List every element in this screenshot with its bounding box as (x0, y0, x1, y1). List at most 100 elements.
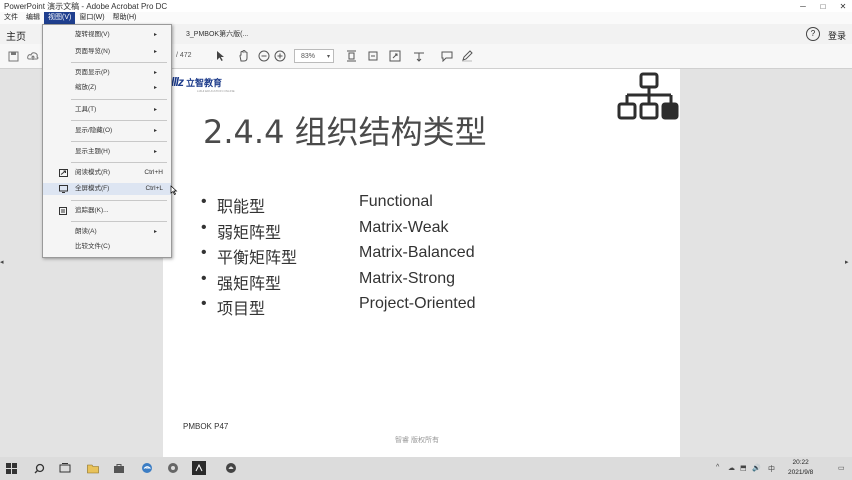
menu-divider (71, 62, 167, 63)
minimize-button[interactable]: ─ (794, 0, 812, 12)
type-name-cn: 强矩阵型 (217, 275, 282, 293)
type-name-cn: 平衡矩阵型 (217, 250, 298, 267)
menu-item-page-navigation[interactable]: 页面导览(N) ▸ (43, 46, 171, 58)
submenu-arrow-icon: ▸ (153, 229, 157, 235)
cloud-icon[interactable]: ☁ (728, 464, 735, 472)
full-screen-icon (59, 185, 68, 193)
input-method-icon[interactable]: 中 (768, 464, 775, 474)
pen-icon[interactable] (460, 48, 474, 64)
save-icon[interactable] (6, 48, 20, 64)
clock-date: 2021/9/8 (788, 469, 814, 476)
hand-icon[interactable] (236, 48, 250, 64)
type-name-en: Matrix-Weak (359, 218, 449, 236)
menu-divider (71, 200, 167, 201)
media-icon[interactable] (192, 461, 206, 475)
zoom-value: 83% (301, 53, 316, 60)
store-icon[interactable] (112, 461, 126, 475)
volume-icon[interactable]: 🔊 (752, 464, 761, 472)
watermark: 智睿 版权所有 (395, 437, 439, 444)
list-item: • 平衡矩阵型 Matrix-Balanced (201, 244, 601, 270)
company-logo: lllz 立智教育 LIZHI EDUCATION ONLINE (171, 75, 235, 93)
submenu-arrow-icon: ▸ (153, 32, 157, 38)
notification-icon[interactable]: ▭ (838, 464, 845, 472)
search-icon[interactable] (32, 461, 46, 475)
chevron-down-icon: ▾ (326, 54, 330, 60)
page-total: / 472 (176, 52, 192, 59)
menu-divider (71, 99, 167, 100)
title-bar: PowerPoint 演示文稿 - Adobe Acrobat Pro DC ─… (0, 0, 852, 12)
menu-item-read-aloud[interactable]: 朗读(A) ▸ (43, 226, 171, 238)
list-item: • 职能型 Functional (201, 193, 601, 219)
zoom-select[interactable]: 83% ▾ (294, 49, 334, 63)
type-name-en: Matrix-Strong (359, 269, 456, 287)
windows-start-icon[interactable] (4, 461, 18, 475)
menu-help[interactable]: 帮助(H) (109, 12, 141, 24)
menu-item-rotate-view[interactable]: 旋转视图(V) ▸ (43, 29, 171, 41)
bullet: • (201, 218, 207, 236)
logo-name: 立智教育 (186, 77, 223, 88)
view-menu-dropdown: 旋转视图(V) ▸ 页面导览(N) ▸ 页面显示(P) ▸ 缩放(Z) ▸ 工具… (42, 24, 172, 258)
menu-item-full-screen[interactable]: 全屏模式(F) Ctrl+L (43, 183, 171, 195)
menu-item-page-display[interactable]: 页面显示(P) ▸ (43, 67, 171, 79)
tray-overflow-icon[interactable]: ^ (716, 464, 719, 471)
shortcut: Ctrl+H (144, 169, 163, 176)
zoom-in-icon[interactable] (273, 48, 287, 64)
submenu-arrow-icon: ▸ (153, 149, 157, 155)
page-footer: PMBOK P47 (183, 422, 229, 431)
menu-edit[interactable]: 编辑 (22, 12, 44, 24)
type-name-en: Functional (359, 193, 433, 210)
tab-home[interactable]: 主页 (6, 28, 26, 43)
scroll-icon[interactable] (412, 48, 426, 64)
list-item: • 项目型 Project-Oriented (201, 295, 601, 321)
zoom-out-icon[interactable] (257, 48, 271, 64)
acrobat-icon[interactable] (224, 461, 238, 475)
tab-document[interactable]: 3_PMBOK第六版(... (186, 29, 248, 39)
system-clock[interactable]: 20:22 2021/9/8 (788, 458, 813, 478)
menu-item-display-theme[interactable]: 显示主题(H) ▸ (43, 146, 171, 158)
org-chart-icon (617, 72, 679, 120)
menu-view[interactable]: 视图(V) (44, 12, 76, 24)
edge-icon[interactable] (140, 461, 154, 475)
clock-time: 20:22 (792, 459, 809, 466)
maximize-button[interactable]: □ (814, 0, 832, 12)
close-button[interactable]: ✕ (834, 0, 852, 12)
submenu-arrow-icon: ▸ (153, 107, 157, 113)
shortcut: Ctrl+L (145, 185, 163, 192)
slide-title: 2.4.4 组织结构类型 (203, 113, 487, 151)
network-icon[interactable]: ⬒ (740, 464, 747, 472)
bullet: • (201, 244, 207, 261)
menu-window[interactable]: 窗口(W) (75, 12, 108, 24)
help-button[interactable]: ? (806, 27, 820, 41)
menu-item-zoom[interactable]: 缩放(Z) ▸ (43, 82, 171, 94)
task-view-icon[interactable] (58, 461, 72, 475)
menu-item-compare-files[interactable]: 比较文件(C) (43, 241, 171, 253)
type-name-cn: 职能型 (217, 199, 266, 216)
login-button[interactable]: 登录 (828, 29, 846, 42)
right-panel-toggle-icon[interactable]: ▸ (845, 258, 849, 266)
tracker-icon (59, 207, 67, 215)
window-title: PowerPoint 演示文稿 - Adobe Acrobat Pro DC (4, 1, 168, 11)
fullscreen-icon[interactable] (388, 48, 402, 64)
left-panel-toggle-icon[interactable]: ◂ (0, 258, 4, 266)
chrome-icon[interactable] (166, 461, 180, 475)
comment-icon[interactable] (440, 48, 454, 64)
upload-icon[interactable] (26, 48, 40, 64)
select-arrow-icon[interactable] (214, 48, 226, 64)
fit-page-icon[interactable] (344, 48, 358, 64)
menu-item-tracker[interactable]: 追踪器(K)... (43, 205, 171, 217)
menu-file[interactable]: 文件 (0, 12, 22, 24)
menu-item-read-mode[interactable]: 阅读模式(R) Ctrl+H (43, 167, 171, 179)
rotate-icon[interactable] (366, 48, 380, 64)
submenu-arrow-icon: ▸ (153, 49, 157, 55)
type-name-cn: 弱矩阵型 (217, 224, 282, 242)
menu-divider (71, 162, 167, 163)
menu-divider (71, 141, 167, 142)
submenu-arrow-icon: ▸ (153, 128, 157, 134)
org-type-list: • 职能型 Functional • 弱矩阵型 Matrix-Weak • 平衡… (201, 193, 601, 321)
menu-item-show-hide[interactable]: 显示/隐藏(O) ▸ (43, 125, 171, 137)
file-explorer-icon[interactable] (86, 461, 100, 475)
taskbar: ^ ☁ ⬒ 🔊 中 20:22 2021/9/8 ▭ (0, 457, 852, 480)
bullet: • (201, 193, 207, 210)
menu-item-tools[interactable]: 工具(T) ▸ (43, 104, 171, 116)
mouse-cursor-icon (170, 185, 178, 195)
